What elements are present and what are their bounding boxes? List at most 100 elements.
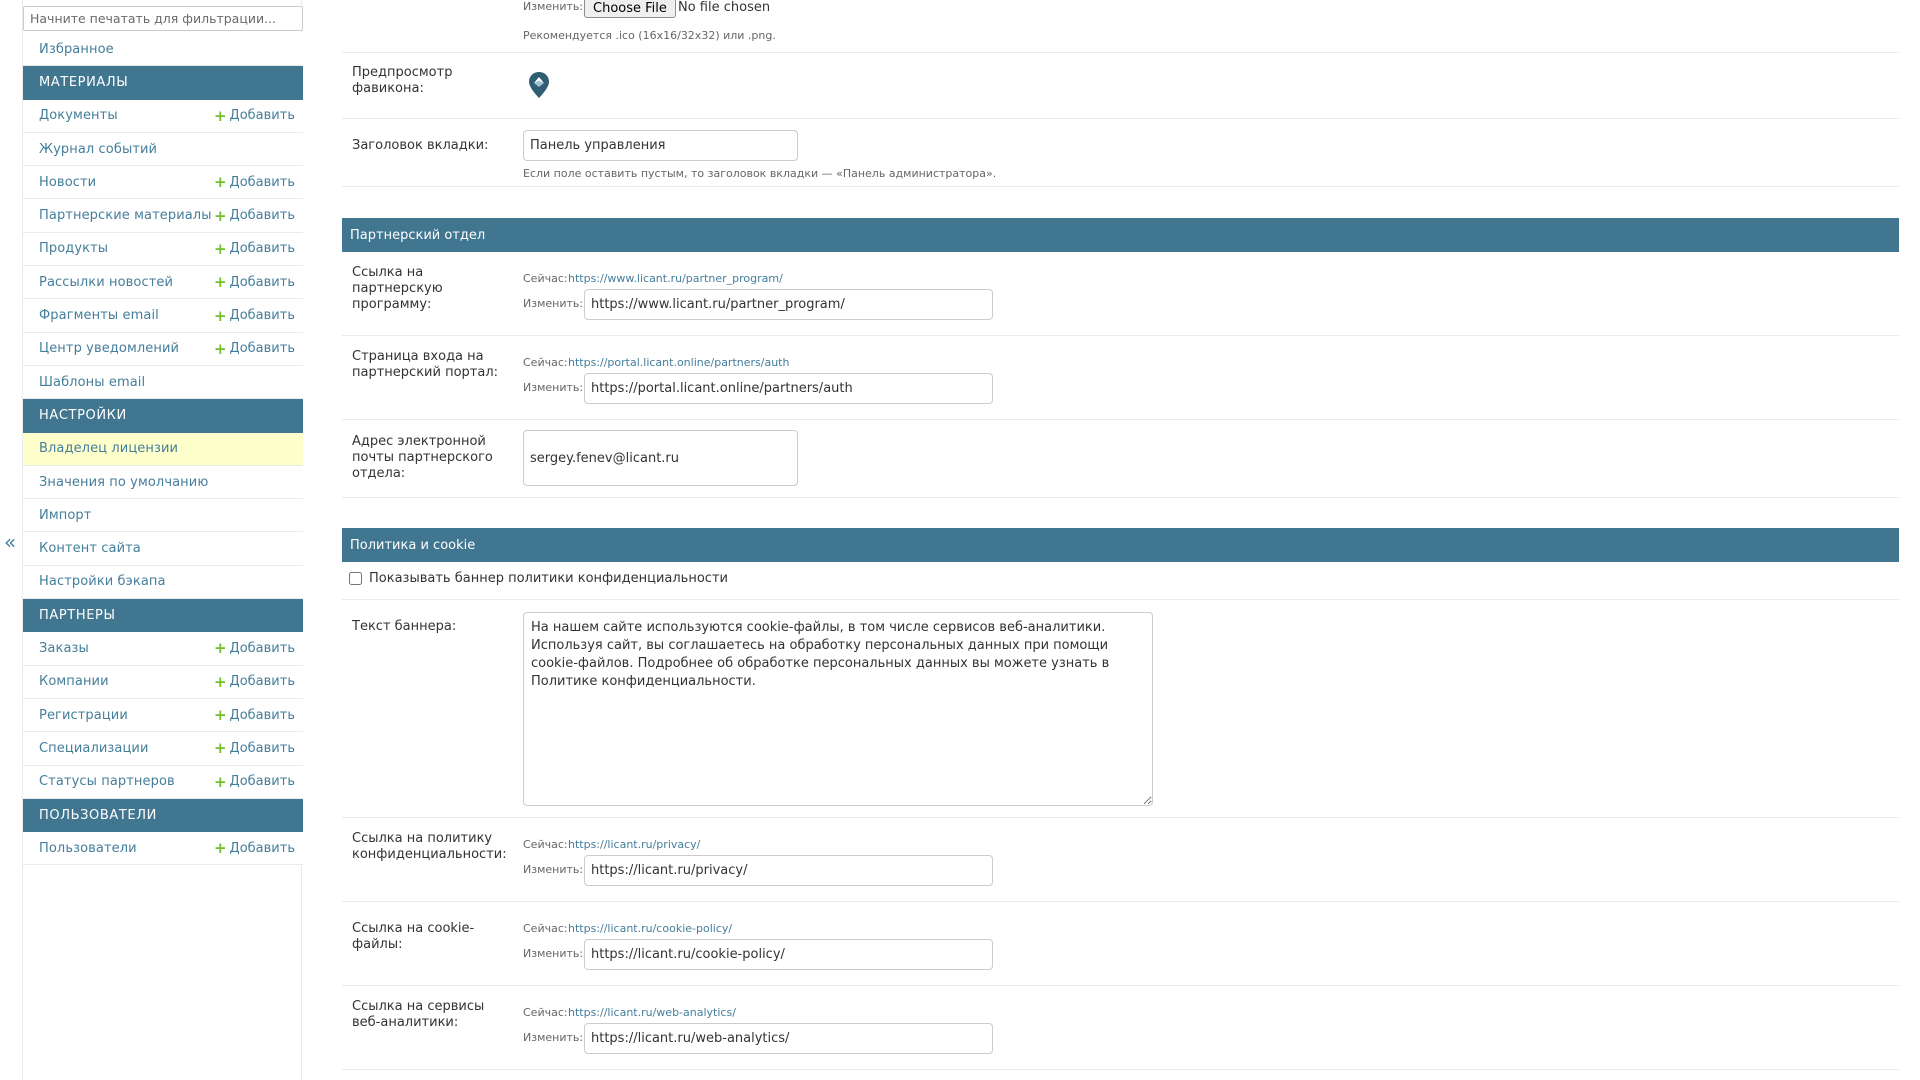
nav-item-label[interactable]: Настройки бэкапа <box>39 574 166 589</box>
plus-icon: + <box>213 306 227 325</box>
favicon-help-text: Рекомендуется .ico (16x16/32x32) или .pn… <box>523 29 776 42</box>
analytics-input[interactable] <box>584 1023 993 1054</box>
cookie-input[interactable] <box>584 939 993 970</box>
add-link[interactable]: + Добавить <box>214 340 295 358</box>
nav-item[interactable]: Настройки бэкапа <box>23 565 303 600</box>
nav-item[interactable]: Владелец лицензии <box>23 432 303 466</box>
add-link[interactable]: + Добавить <box>214 639 295 657</box>
show-banner-row: Показывать баннер политики конфиденциаль… <box>342 562 1899 600</box>
nav-item-label[interactable]: Новости <box>39 175 96 190</box>
nav-item-label[interactable]: Специализации <box>39 741 149 756</box>
add-link-label: Добавить <box>229 640 295 656</box>
nav-item[interactable]: Шаблоны email <box>23 365 303 400</box>
tab-title-label: Заголовок вкладки: <box>352 138 489 153</box>
nav-item[interactable]: Продукты + Добавить <box>23 232 303 267</box>
collapse-sidebar-icon[interactable]: « <box>4 532 16 552</box>
add-link-label: Добавить <box>229 341 295 357</box>
add-link[interactable]: + Добавить <box>214 240 295 258</box>
analytics-change-label: Изменить: <box>523 1031 584 1044</box>
privacy-input[interactable] <box>584 855 993 886</box>
add-link[interactable]: + Добавить <box>214 273 295 291</box>
partner-program-current-label: Сейчас: <box>523 272 568 285</box>
analytics-current-link[interactable]: https://licant.ru/web-analytics/ <box>568 1006 736 1019</box>
plus-icon: + <box>213 206 227 225</box>
add-link[interactable]: + Добавить <box>214 307 295 325</box>
nav-item-label[interactable]: Журнал событий <box>39 142 157 157</box>
nav-item-label[interactable]: Фрагменты email <box>39 308 159 323</box>
partner-program-current-link[interactable]: https://www.licant.ru/partner_program/ <box>568 272 783 285</box>
tab-title-input[interactable] <box>523 130 798 161</box>
nav-section-header[interactable]: ПАРТНЕРЫ <box>23 599 303 633</box>
add-link-label: Добавить <box>229 740 295 756</box>
banner-textarea[interactable]: На нашем сайте используются cookie-файлы… <box>523 612 1153 806</box>
nav-item[interactable]: Значения по умолчанию <box>23 465 303 500</box>
choose-file-button[interactable]: Choose File <box>584 0 676 18</box>
favicon-preview-icon <box>528 71 550 103</box>
add-link-label: Добавить <box>229 241 295 257</box>
nav-item-label[interactable]: Значения по умолчанию <box>39 475 208 490</box>
nav-item[interactable]: Контент сайта <box>23 532 303 566</box>
nav-item-label[interactable]: Регистрации <box>39 708 128 723</box>
nav-item-label[interactable]: Пользователи <box>39 841 137 856</box>
nav-section-header[interactable]: МАТЕРИАЛЫ <box>23 66 303 100</box>
add-link[interactable]: + Добавить <box>214 739 295 757</box>
nav-section-header[interactable]: НАСТРОЙКИ <box>23 399 303 433</box>
analytics-link-label: Ссылка на сервисы веб-аналитики: <box>352 999 485 1030</box>
favicon-upload-row: Изменить: Choose File No file chosen Рек… <box>342 0 1899 53</box>
tab-title-row: Заголовок вкладки: Если поле оставить пу… <box>342 119 1899 187</box>
cookie-current-label: Сейчас: <box>523 922 568 935</box>
nav-item[interactable]: Журнал событий <box>23 132 303 167</box>
show-banner-checkbox[interactable] <box>349 572 362 585</box>
nav-section-header[interactable]: ПОЛЬЗОВАТЕЛИ <box>23 798 303 833</box>
nav-item-label[interactable]: Партнерские материалы <box>39 208 212 223</box>
nav-item-label[interactable]: Компании <box>39 674 109 689</box>
partner-portal-input[interactable] <box>584 373 993 404</box>
nav-item[interactable]: Импорт <box>23 499 303 533</box>
add-link[interactable]: + Добавить <box>214 207 295 225</box>
nav-item[interactable]: Специализации + Добавить <box>23 732 303 766</box>
partner-program-input[interactable] <box>584 289 993 320</box>
nav-item-label[interactable]: Владелец лицензии <box>39 441 178 456</box>
nav-item[interactable]: Документы + Добавить <box>23 99 303 133</box>
nav-item-label[interactable]: Контент сайта <box>39 541 141 556</box>
nav-item-label[interactable]: Документы <box>39 108 118 123</box>
nav-sidebar: Избранное МАТЕРИАЛЫДокументы+ДобавитьЖур… <box>22 0 303 1080</box>
nav-item-label[interactable]: Шаблоны email <box>39 375 145 390</box>
add-link[interactable]: + Добавить <box>214 839 295 857</box>
nav-item[interactable]: Заказы + Добавить <box>23 632 303 666</box>
nav-item-label[interactable]: Рассылки новостей <box>39 275 173 290</box>
partner-portal-row: Страница входа на партнерский портал: Се… <box>342 336 1899 420</box>
nav-item-label[interactable]: Продукты <box>39 241 108 256</box>
add-link-label: Добавить <box>229 208 295 224</box>
add-link[interactable]: + Добавить <box>214 173 295 191</box>
partner-program-row: Ссылка на партнерскую программу: Сейчас:… <box>342 252 1899 336</box>
nav-item-label[interactable]: Импорт <box>39 508 91 523</box>
partner-email-input[interactable] <box>523 430 798 486</box>
privacy-current-link[interactable]: https://licant.ru/privacy/ <box>568 838 700 851</box>
nav-item-label[interactable]: Центр уведомлений <box>39 341 179 356</box>
nav-item-label[interactable]: Избранное <box>39 42 114 57</box>
add-link[interactable]: + Добавить <box>214 107 295 125</box>
nav-item-favorites[interactable]: Избранное <box>23 33 303 67</box>
nav-item[interactable]: Рассылки новостей + Добавить <box>23 266 303 300</box>
nav-item[interactable]: Регистрации + Добавить <box>23 698 303 733</box>
nav-item[interactable]: Фрагменты email + Добавить <box>23 299 303 333</box>
add-link[interactable]: + Добавить <box>214 706 295 724</box>
nav-item[interactable]: Центр уведомлений + Добавить <box>23 332 303 366</box>
add-link[interactable]: + Добавить <box>214 773 295 791</box>
add-link[interactable]: + Добавить <box>214 673 295 691</box>
nav-item[interactable]: Компании + Добавить <box>23 665 303 699</box>
nav-item[interactable]: Статусы партнеров + Добавить <box>23 765 303 799</box>
add-link-label: Добавить <box>229 274 295 290</box>
nav-filter-input[interactable] <box>23 6 303 31</box>
policy-section-header: Политика и cookie <box>342 528 1899 562</box>
partner-email-row: Адрес электронной почты партнерского отд… <box>342 420 1899 498</box>
nav-item[interactable]: Пользователи + Добавить <box>23 832 303 866</box>
partner-portal-current-link[interactable]: https://portal.licant.online/partners/au… <box>568 356 789 369</box>
cookie-current-link[interactable]: https://licant.ru/cookie-policy/ <box>568 922 732 935</box>
nav-item[interactable]: Новости + Добавить <box>23 166 303 200</box>
nav-item-label[interactable]: Статусы партнеров <box>39 774 175 789</box>
nav-item[interactable]: Партнерские материалы + Добавить <box>23 199 303 233</box>
partner-portal-change-label: Изменить: <box>523 381 584 394</box>
nav-item-label[interactable]: Заказы <box>39 641 89 656</box>
